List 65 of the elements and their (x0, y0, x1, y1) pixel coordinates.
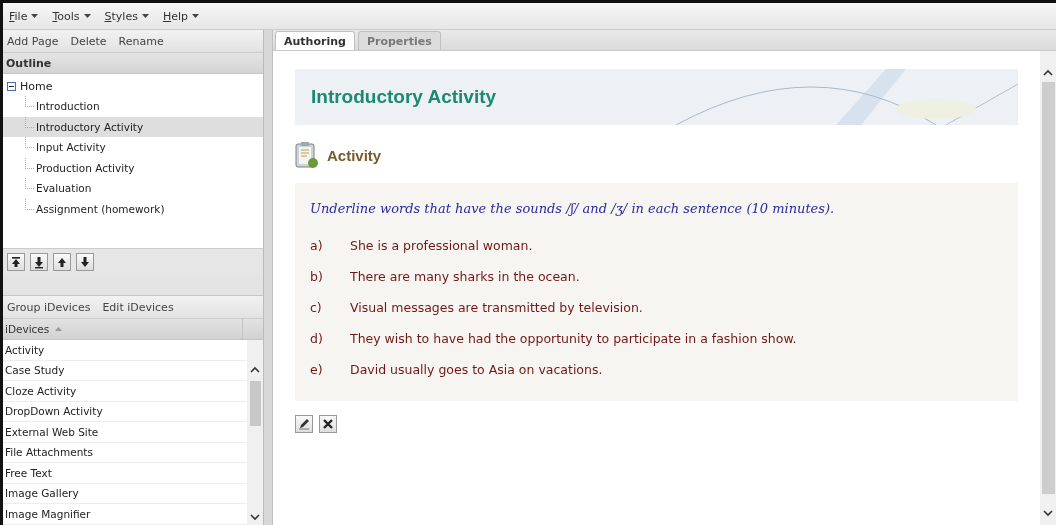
list-item[interactable]: Image Magnifier (3, 504, 247, 525)
caret-icon (83, 14, 91, 18)
chevron-up-icon[interactable] (250, 366, 260, 373)
item-letter: b) (310, 269, 324, 284)
move-down-button[interactable] (30, 253, 48, 271)
close-icon (322, 418, 334, 430)
chevron-down-icon[interactable] (1043, 510, 1053, 517)
sentence-text: There are many sharks in the ocean. (350, 269, 580, 284)
pencil-icon (298, 418, 310, 430)
tree-item[interactable]: Introduction (3, 96, 263, 117)
list-item[interactable]: Image Gallery (3, 483, 247, 504)
toolbar-button[interactable]: Add Page (7, 34, 59, 48)
sentence-text: They wish to have had the opportunity to participate in a fashion show. (350, 331, 797, 346)
idevice-title: Activity (327, 146, 382, 164)
chevron-up-icon[interactable] (1043, 69, 1053, 76)
arrow-to-bottom-icon (32, 255, 46, 269)
move-up-button[interactable] (53, 253, 71, 271)
arrow-to-top-icon (9, 255, 23, 269)
menu-item[interactable]: Tools (52, 9, 91, 23)
list-item[interactable]: Free Text (3, 463, 247, 484)
list-item[interactable]: File Attachments (3, 442, 247, 463)
collapse-icon[interactable] (7, 81, 16, 91)
chevron-down-icon[interactable] (250, 514, 260, 521)
list-item[interactable]: Case Study (3, 360, 247, 381)
list-item[interactable]: Activity (3, 340, 247, 361)
page-title: Introductory Activity (311, 86, 497, 108)
edit-button[interactable] (295, 415, 313, 433)
clipboard-icon (295, 141, 319, 169)
move-down-button[interactable] (76, 253, 94, 271)
instruction-text: Underline words that have the sounds /ʃ/ and /ʒ/ in each sentence (10 minutes). (310, 201, 836, 216)
item-letter: c) (310, 300, 323, 315)
tab[interactable]: Authoring (275, 31, 355, 50)
item-letter: e) (310, 362, 324, 377)
scroll-thumb[interactable] (1041, 82, 1055, 494)
caret-icon (31, 14, 39, 18)
list-item[interactable]: Cloze Activity (3, 381, 247, 402)
toolbar-button[interactable]: Group iDevices (7, 300, 91, 314)
scroll-thumb[interactable] (249, 381, 261, 426)
sentence-text: David usually goes to Asia on vacations. (350, 362, 603, 377)
toolbar-button[interactable]: Edit iDevices (102, 300, 174, 314)
sentence-text: Visual messages are transmitted by television. (350, 300, 643, 315)
scrollbar[interactable] (247, 340, 263, 525)
caret-icon (141, 14, 149, 18)
sentence-text: She is a professional woman. (350, 238, 533, 253)
tree-item[interactable]: Home (3, 76, 263, 96)
menu-item[interactable]: File (9, 9, 39, 23)
tree-item[interactable]: Assignment (homework) (3, 198, 263, 219)
caret-icon (192, 14, 199, 18)
tree-item[interactable]: Evaluation (3, 178, 263, 199)
delete-button[interactable] (319, 415, 337, 433)
tree-item[interactable]: Input Activity (3, 137, 263, 158)
tree-item[interactable]: Introductory Activity (3, 116, 263, 137)
item-letter: d) (310, 331, 324, 346)
item-letter: a) (310, 238, 324, 253)
menu-item[interactable]: Help (162, 9, 199, 23)
menu-item[interactable]: Styles (104, 9, 149, 23)
list-item[interactable]: DropDown Activity (3, 401, 247, 422)
toolbar-button[interactable]: Rename (118, 34, 164, 48)
scrollbar[interactable] (1040, 51, 1056, 525)
toolbar-button[interactable]: Delete (70, 34, 107, 48)
tree-item[interactable]: Production Activity (3, 157, 263, 178)
arrow-down-icon (78, 255, 92, 269)
list-item[interactable]: External Web Site (3, 422, 247, 443)
move-top-button[interactable] (7, 253, 25, 271)
sort-ascending-icon (55, 327, 63, 331)
